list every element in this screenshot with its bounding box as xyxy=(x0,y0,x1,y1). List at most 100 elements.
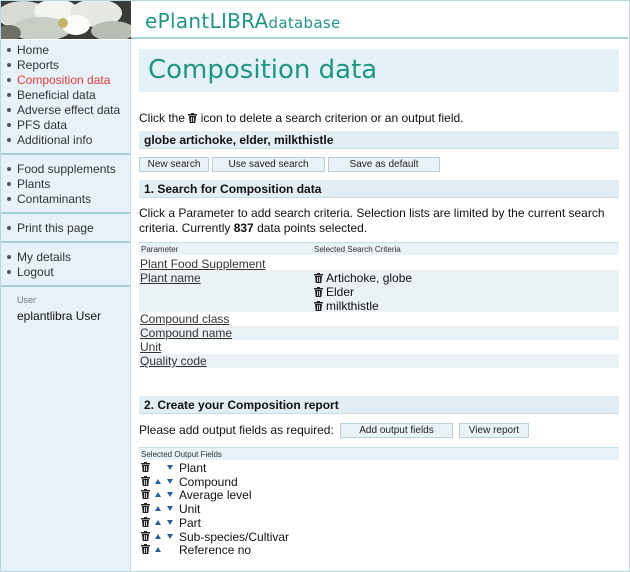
instruction-text: Click the icon to delete a search criter… xyxy=(139,111,464,125)
parameter-table-header: Parameter Selected Search Criteria xyxy=(139,242,619,255)
parameter-link-compound-name[interactable]: Compound name xyxy=(140,326,232,340)
output-field-row: Part xyxy=(139,516,619,530)
instruction-post: icon to delete a search criterion or an … xyxy=(200,111,464,125)
sidebar-item-my-details[interactable]: My details xyxy=(1,249,130,264)
trash-icon[interactable] xyxy=(141,489,150,500)
bullet-icon xyxy=(7,254,11,259)
bullet-icon xyxy=(7,196,11,201)
parameter-row: Plant Food Supplement xyxy=(139,256,619,271)
criterion-label: Elder xyxy=(326,285,355,299)
sidebar-item-label: Plants xyxy=(17,176,51,191)
section1-text-pre: Click a Parameter to add search criteria… xyxy=(139,206,605,235)
brand-prefix: ePlant xyxy=(145,9,210,33)
bullet-icon xyxy=(7,181,11,186)
trash-icon xyxy=(188,113,198,123)
arrow-down-icon[interactable] xyxy=(167,533,173,539)
parameter-row: Plant name Artichoke, globe Elder milkth… xyxy=(139,270,619,313)
trash-icon[interactable] xyxy=(141,475,150,486)
trash-icon[interactable] xyxy=(141,530,150,541)
search-summary: globe artichoke, elder, milkthistle xyxy=(144,133,334,147)
bullet-icon xyxy=(7,62,11,67)
criterion-label: milkthistle xyxy=(326,299,379,313)
sidebar-item-beneficial-data[interactable]: Beneficial data xyxy=(1,87,130,102)
user-name: eplantlibra User xyxy=(17,309,102,323)
parameter-link-plant-food-supplement[interactable]: Plant Food Supplement xyxy=(140,257,265,271)
arrow-up-icon[interactable] xyxy=(155,478,161,484)
parameter-link-quality-code[interactable]: Quality code xyxy=(140,354,207,368)
brand-suffix: database xyxy=(268,14,341,32)
nav-group-print: Print this page xyxy=(1,214,130,243)
sidebar-item-home[interactable]: Home xyxy=(1,42,130,57)
section2-header: 2. Create your Composition report xyxy=(139,396,619,414)
search-summary-bar: globe artichoke, elder, milkthistle xyxy=(139,131,619,149)
sidebar-item-pfs-data[interactable]: PFS data xyxy=(1,117,130,132)
trash-icon[interactable] xyxy=(314,273,323,283)
use-saved-search-button[interactable]: Use saved search xyxy=(212,157,325,172)
trash-icon[interactable] xyxy=(314,287,323,297)
sidebar-item-label: Beneficial data xyxy=(17,87,96,102)
parameter-link-compound-class[interactable]: Compound class xyxy=(140,312,229,326)
new-search-button[interactable]: New search xyxy=(139,157,209,172)
sidebar-item-reports[interactable]: Reports xyxy=(1,57,130,72)
arrow-down-icon[interactable] xyxy=(167,465,173,470)
section1-description: Click a Parameter to add search criteria… xyxy=(139,206,619,236)
arrow-up-icon[interactable] xyxy=(155,492,161,498)
view-report-button[interactable]: View report xyxy=(459,423,529,438)
sidebar-item-print-this-page[interactable]: Print this page xyxy=(1,220,130,235)
user-caption: User xyxy=(17,295,37,305)
parameter-row: Compound class xyxy=(139,312,619,326)
sidebar-item-adverse-effect-data[interactable]: Adverse effect data xyxy=(1,102,130,117)
nav-group-lookups: Food supplements Plants Contaminants xyxy=(1,155,130,214)
save-as-default-button[interactable]: Save as default xyxy=(328,157,440,172)
parameter-row: Compound name xyxy=(139,326,619,340)
arrow-down-icon[interactable] xyxy=(167,492,173,498)
arrow-up-icon[interactable] xyxy=(155,547,161,553)
criterion-item: Elder xyxy=(314,285,354,299)
output-table-header: Selected Output Fields xyxy=(139,447,619,460)
bullet-icon xyxy=(7,122,11,127)
criteria-column-header: Selected Search Criteria xyxy=(314,245,401,254)
parameter-link-plant-name[interactable]: Plant name xyxy=(140,271,201,285)
bullet-icon xyxy=(7,225,11,230)
sidebar-item-label: Contaminants xyxy=(17,191,92,206)
add-output-fields-button[interactable]: Add output fields xyxy=(340,423,453,438)
trash-icon[interactable] xyxy=(141,503,150,514)
output-field-label: Reference no xyxy=(179,543,252,558)
trash-icon[interactable] xyxy=(141,544,150,555)
parameter-row: Quality code xyxy=(139,354,619,368)
trash-icon[interactable] xyxy=(141,462,150,472)
brand-middle: LIBRA xyxy=(209,9,269,33)
user-box: User eplantlibra User xyxy=(1,287,130,323)
sidebar: Home Reports Composition data Beneficial… xyxy=(1,40,131,571)
page-title-box: Composition data xyxy=(139,49,619,92)
arrow-up-icon[interactable] xyxy=(155,519,161,525)
sidebar-item-logout[interactable]: Logout xyxy=(1,264,130,279)
output-field-row: Sub-species/Cultivar xyxy=(139,530,619,544)
trash-icon[interactable] xyxy=(141,516,150,527)
output-field-label: Compound xyxy=(179,474,238,489)
parameter-link-unit[interactable]: Unit xyxy=(140,340,161,354)
criterion-item: milkthistle xyxy=(314,299,379,313)
section1-title: 1. Search for Composition data xyxy=(144,182,322,196)
sidebar-item-label: Additional info xyxy=(17,132,93,147)
sidebar-item-label: Food supplements xyxy=(17,161,116,176)
arrow-up-icon[interactable] xyxy=(155,506,161,512)
output-field-row: Unit xyxy=(139,502,619,516)
bullet-icon xyxy=(7,92,11,97)
sidebar-item-additional-info[interactable]: Additional info xyxy=(1,132,130,147)
arrow-down-icon[interactable] xyxy=(167,519,173,525)
bullet-icon xyxy=(7,269,11,274)
output-field-row: Reference no xyxy=(139,543,619,558)
sidebar-item-food-supplements[interactable]: Food supplements xyxy=(1,161,130,176)
site-brand[interactable]: ePlantLIBRAdatabase xyxy=(145,9,340,33)
sidebar-item-contaminants[interactable]: Contaminants xyxy=(1,191,130,206)
trash-icon[interactable] xyxy=(314,301,323,311)
sidebar-item-plants[interactable]: Plants xyxy=(1,176,130,191)
output-field-label: Average level xyxy=(179,488,252,503)
arrow-down-icon[interactable] xyxy=(167,478,173,484)
nav-group-account: My details Logout xyxy=(1,243,130,287)
sidebar-item-composition-data[interactable]: Composition data xyxy=(1,72,130,87)
arrow-down-icon[interactable] xyxy=(167,506,173,512)
nav-group-main: Home Reports Composition data Beneficial… xyxy=(1,40,130,155)
arrow-up-icon[interactable] xyxy=(155,533,161,539)
